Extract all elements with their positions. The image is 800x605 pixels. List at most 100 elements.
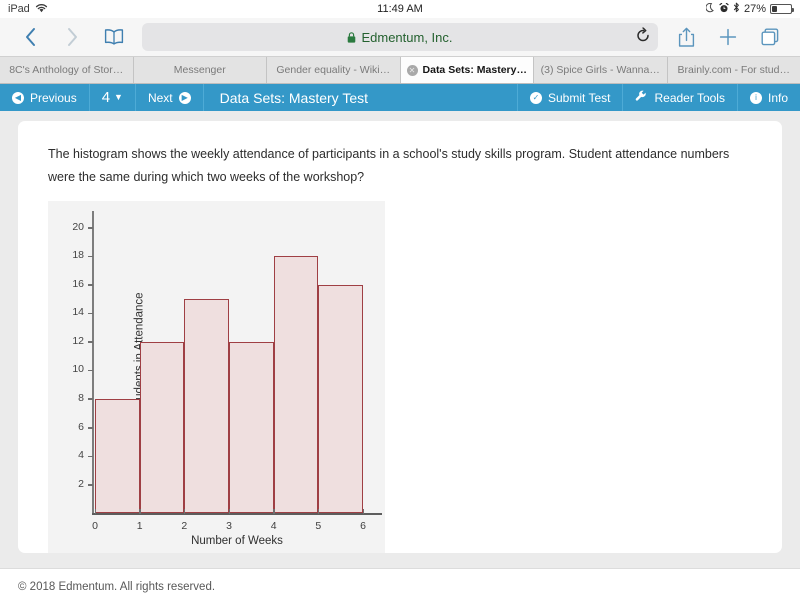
histogram-y-tick-label: 20 <box>72 221 84 233</box>
histogram-y-tick-label: 8 <box>78 392 84 404</box>
question-number-label: 4 <box>102 89 110 106</box>
next-question-button[interactable]: Next ▶ <box>136 84 204 111</box>
histogram-x-tick-label: 5 <box>315 520 321 532</box>
histogram-x-tick-mark <box>363 509 365 514</box>
address-bar[interactable]: Edmentum, Inc. <box>142 23 658 51</box>
share-upload-icon[interactable] <box>666 20 706 54</box>
reader-tools-button[interactable]: Reader Tools <box>622 84 737 111</box>
browser-tab-label: 8C's Anthology of Stor… <box>9 64 123 76</box>
browser-tab-0[interactable]: 8C's Anthology of Stor… <box>0 57 134 83</box>
address-bar-text: Edmentum, Inc. <box>361 30 452 45</box>
histogram-y-tick-label: 4 <box>78 449 84 461</box>
wrench-icon <box>635 90 648 106</box>
forward-chevron-icon[interactable] <box>52 20 92 54</box>
copyright-label: © 2018 Edmentum. All rights reserved. <box>18 581 215 593</box>
tab-overview-icon[interactable] <box>750 20 790 54</box>
circle-info-icon: i <box>750 92 762 104</box>
submit-test-button[interactable]: ✓ Submit Test <box>517 84 622 111</box>
info-button[interactable]: i Info <box>737 84 800 111</box>
histogram-y-tick-mark <box>88 341 93 343</box>
browser-tab-5[interactable]: Brainly.com - For stud… <box>668 57 800 83</box>
browser-tab-label: (3) Spice Girls - Wanna… <box>541 64 660 76</box>
assessment-nav-bar: ◀ Previous 4 ▼ Next ▶ Data Sets: Mastery… <box>0 84 800 111</box>
battery-percent-label: 27% <box>744 3 766 15</box>
question-number-dropdown[interactable]: 4 ▼ <box>90 84 136 111</box>
histogram-y-tick-label: 18 <box>72 249 84 261</box>
histogram-bar <box>95 399 140 513</box>
status-bar-right: 27% <box>706 2 792 16</box>
histogram-x-axis-title: Number of Weeks <box>92 535 382 547</box>
histogram-x-tick-label: 1 <box>137 520 143 532</box>
plus-new-tab-icon[interactable] <box>708 20 748 54</box>
reader-tools-label: Reader Tools <box>654 91 725 105</box>
circle-left-arrow-icon: ◀ <box>12 92 24 104</box>
histogram-plot-area <box>95 211 363 513</box>
alarm-clock-icon <box>719 3 729 16</box>
histogram-y-tick-mark <box>88 227 93 229</box>
back-chevron-icon[interactable] <box>10 20 50 54</box>
histogram-y-tick-mark <box>88 256 93 258</box>
status-bar-left: iPad <box>8 3 48 16</box>
do-not-disturb-moon-icon <box>706 3 715 16</box>
histogram-bar <box>274 256 319 513</box>
histogram-y-tick-mark <box>88 370 93 372</box>
question-card: The histogram shows the weekly attendanc… <box>18 121 782 553</box>
ios-status-bar: iPad 11:49 AM 27% <box>0 0 800 18</box>
circle-check-icon: ✓ <box>530 92 542 104</box>
histogram-y-tick-label: 12 <box>72 335 84 347</box>
histogram-x-axis-line <box>92 513 382 515</box>
histogram-x-tick-label: 3 <box>226 520 232 532</box>
histogram-x-tick-label: 6 <box>360 520 366 532</box>
device-name-label: iPad <box>8 3 30 15</box>
histogram-bar <box>318 285 363 514</box>
browser-tab-1[interactable]: Messenger <box>134 57 268 83</box>
histogram-x-tick-mark <box>184 509 186 514</box>
info-label: Info <box>768 91 788 105</box>
histogram-canvas: Number of Students in Attendance 2468101… <box>48 201 385 553</box>
histogram-y-tick-label: 6 <box>78 421 84 433</box>
page-footer: © 2018 Edmentum. All rights reserved. <box>0 568 800 605</box>
histogram-x-tick-mark <box>273 509 275 514</box>
histogram-x-tick-label: 2 <box>181 520 187 532</box>
histogram-bar <box>184 299 229 513</box>
battery-icon <box>770 4 792 14</box>
previous-button-label: Previous <box>30 91 77 105</box>
lock-icon <box>347 32 356 43</box>
next-button-label: Next <box>148 91 173 105</box>
browser-tab-label: Brainly.com - For stud… <box>678 64 790 76</box>
previous-question-button[interactable]: ◀ Previous <box>0 84 90 111</box>
address-bar-content: Edmentum, Inc. <box>347 30 452 45</box>
histogram-y-tick-label: 14 <box>72 306 84 318</box>
histogram-x-tick-label: 0 <box>92 520 98 532</box>
histogram-x-tick-mark <box>318 509 320 514</box>
histogram-bar <box>140 342 185 513</box>
question-prompt-text: The histogram shows the weekly attendanc… <box>48 143 752 189</box>
assessment-title: Data Sets: Mastery Test <box>204 84 384 111</box>
browser-tab-strip: 8C's Anthology of Stor… Messenger Gender… <box>0 57 800 84</box>
browser-tab-label: Data Sets: Mastery… <box>423 64 527 76</box>
histogram-x-tick-mark <box>229 509 231 514</box>
browser-tab-4[interactable]: (3) Spice Girls - Wanna… <box>534 57 668 83</box>
histogram-y-tick-mark <box>88 398 93 400</box>
assessment-nav-actions: ✓ Submit Test Reader Tools i Info <box>517 84 800 111</box>
assessment-page-body: The histogram shows the weekly attendanc… <box>0 111 800 568</box>
histogram-bar <box>229 342 274 513</box>
histogram-x-tick-label: 4 <box>271 520 277 532</box>
browser-tab-2[interactable]: Gender equality - Wiki… <box>267 57 401 83</box>
histogram-y-tick-label: 10 <box>72 363 84 375</box>
chevron-down-icon: ▼ <box>114 93 123 102</box>
browser-tab-label: Messenger <box>174 64 226 76</box>
close-icon[interactable]: ✕ <box>407 65 418 76</box>
histogram-y-tick-label: 16 <box>72 278 84 290</box>
histogram-x-tick-mark <box>139 509 141 514</box>
browser-tab-label: Gender equality - Wiki… <box>276 64 390 76</box>
histogram-y-tick-mark <box>88 284 93 286</box>
histogram-y-tick-mark <box>88 313 93 315</box>
browser-tab-3-active[interactable]: ✕ Data Sets: Mastery… <box>401 57 535 83</box>
status-bar-clock: 11:49 AM <box>0 3 800 15</box>
reload-icon[interactable] <box>636 28 650 47</box>
histogram-y-tick-label: 2 <box>78 478 84 490</box>
book-bookmarks-icon[interactable] <box>94 20 134 54</box>
histogram-figure: Number of Students in Attendance 2468101… <box>48 201 385 553</box>
submit-test-label: Submit Test <box>548 91 610 105</box>
